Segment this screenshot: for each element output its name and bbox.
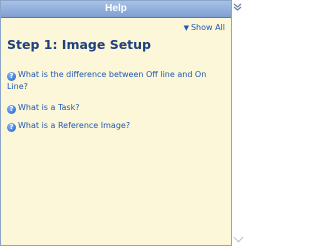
help-icon: ?	[7, 72, 16, 81]
help-icon: ?	[7, 105, 16, 114]
show-all-link[interactable]: ▼ Show All	[184, 23, 225, 32]
collapse-pane-button[interactable]	[233, 0, 242, 14]
help-link-label: What is a Reference Image?	[18, 121, 131, 130]
chevron-double-down-icon	[233, 3, 242, 11]
page-title: Step 1: Image Setup	[7, 37, 151, 52]
help-icon: ?	[7, 123, 16, 132]
help-link-label: What is a Task?	[18, 103, 80, 112]
help-link-offline-online[interactable]: ? What is the difference between Off line…	[7, 69, 227, 92]
help-link-task[interactable]: ? What is a Task?	[7, 102, 79, 114]
show-all-label: Show All	[190, 23, 225, 32]
help-link-reference-image[interactable]: ? What is a Reference Image?	[7, 120, 130, 132]
window-title: Help	[105, 3, 127, 14]
help-pane: Help ▼ Show All Step 1: Image Setup ? Wha…	[0, 0, 232, 246]
title-bar: Help	[1, 1, 231, 18]
side-gutter	[232, 16, 242, 249]
help-link-label: What is the difference between Off line …	[7, 70, 207, 91]
triangle-down-icon: ▼	[183, 23, 189, 32]
